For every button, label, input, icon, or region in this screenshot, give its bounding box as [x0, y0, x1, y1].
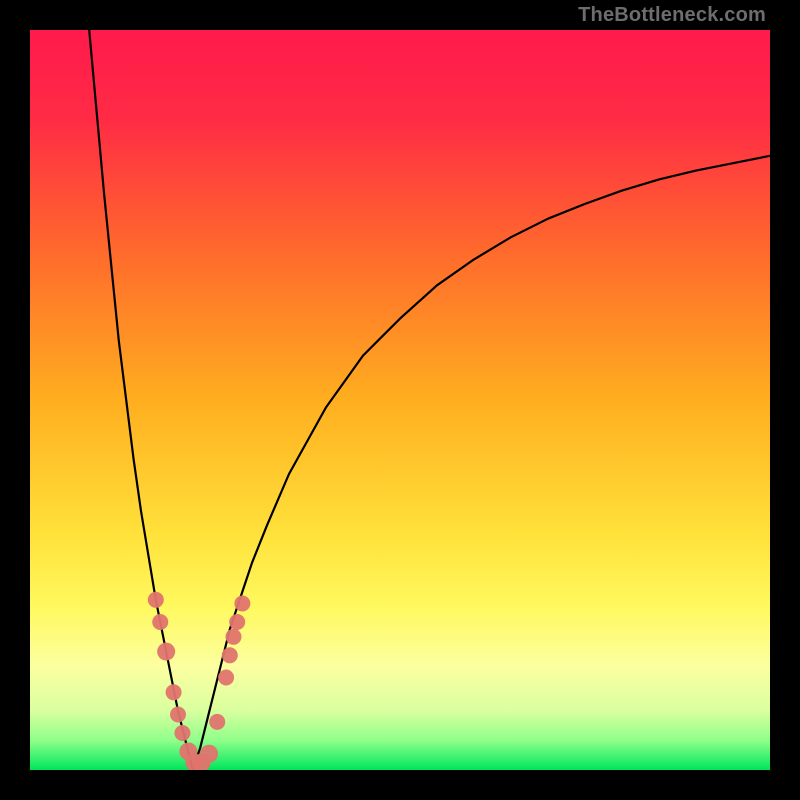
data-marker [222, 647, 238, 663]
data-marker [170, 707, 186, 723]
watermark-text: TheBottleneck.com [578, 4, 766, 27]
data-marker [234, 596, 250, 612]
data-marker [166, 684, 182, 700]
data-marker [174, 725, 190, 741]
data-marker [218, 670, 234, 686]
data-marker [209, 714, 225, 730]
data-marker [200, 745, 218, 763]
plot-area [30, 30, 770, 770]
chart-frame: TheBottleneck.com [0, 0, 800, 800]
data-marker [148, 592, 164, 608]
data-marker [152, 614, 168, 630]
data-marker [226, 629, 242, 645]
data-marker [157, 643, 175, 661]
data-marker [229, 614, 245, 630]
marker-layer [30, 30, 770, 770]
